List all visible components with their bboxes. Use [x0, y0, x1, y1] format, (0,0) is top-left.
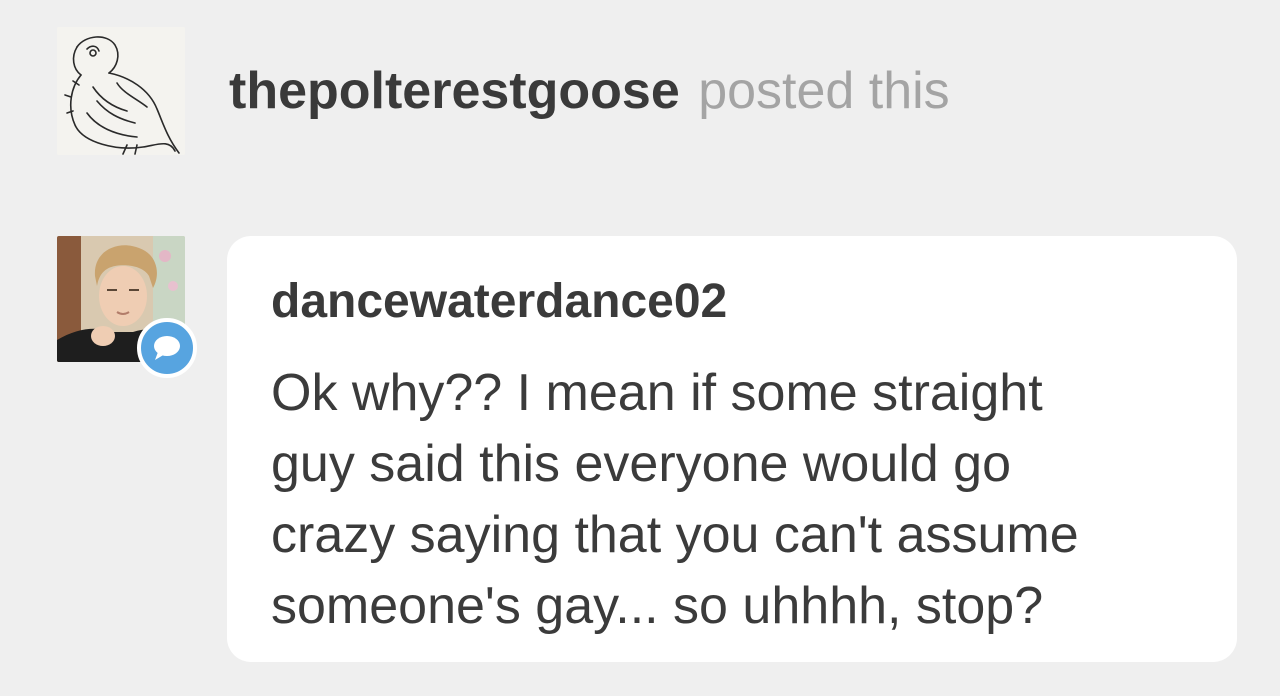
reply-avatar-group	[57, 236, 202, 381]
reply-text-line: someone's gay... so uhhhh, stop?	[271, 577, 1044, 635]
post-attribution-row: thepolterestgoose posted this	[57, 27, 950, 155]
op-username[interactable]: thepolterestgoose	[229, 62, 680, 120]
reply-bubble: dancewaterdance02 Ok why?? I mean if som…	[227, 236, 1237, 662]
post-action-label: posted this	[698, 62, 950, 120]
notes-screen: thepolterestgoose posted this dancewater…	[0, 0, 1280, 696]
reply-badge	[137, 318, 197, 378]
post-attribution-text: thepolterestgoose posted this	[229, 61, 950, 121]
op-avatar[interactable]	[57, 27, 185, 155]
reply-text-line: Ok why?? I mean if some straight	[271, 364, 1043, 422]
reply-text: Ok why?? I mean if some straight guy sai…	[271, 358, 1191, 642]
owl-sketch-icon	[57, 27, 185, 155]
reply-speech-bubble-icon	[154, 336, 180, 360]
reply-text-line: guy said this everyone would go	[271, 435, 1012, 493]
reply-username[interactable]: dancewaterdance02	[271, 272, 1197, 332]
reply-text-line: crazy saying that you can't assume	[271, 506, 1079, 564]
